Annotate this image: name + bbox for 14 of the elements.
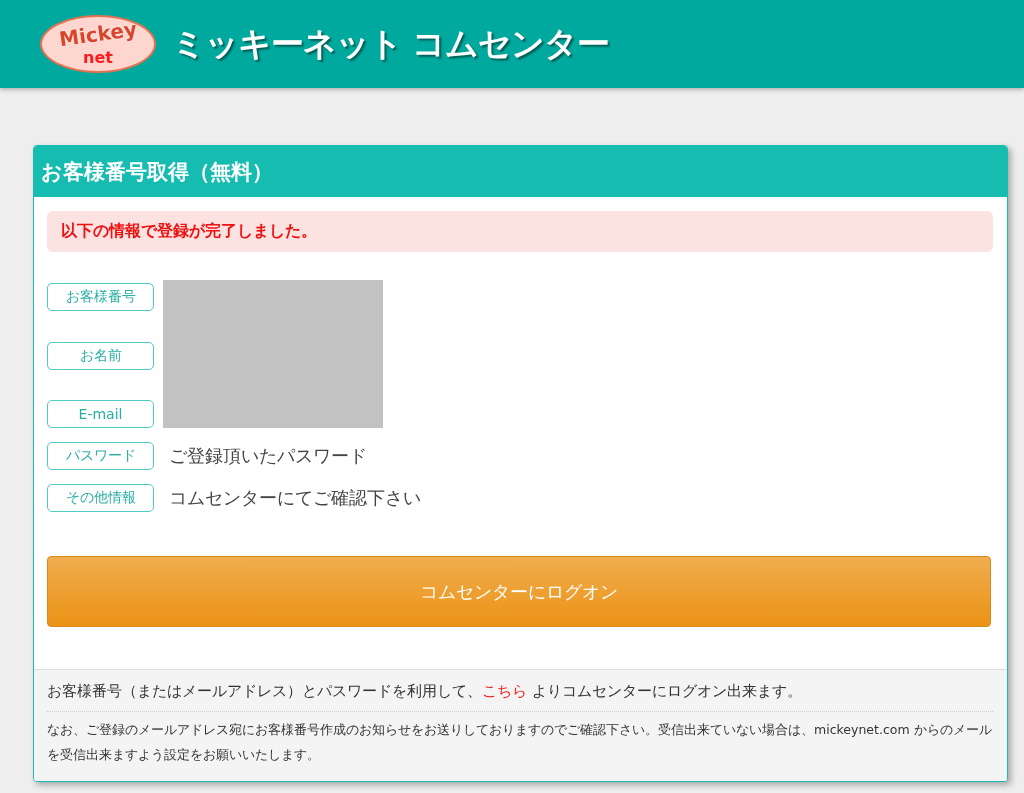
card-title: お客様番号取得（無料） [34, 146, 1007, 197]
site-title: ミッキーネット コムセンター [172, 22, 610, 65]
success-message: 以下の情報で登録が完了しました。 [47, 211, 993, 252]
field-label: お客様番号 [47, 283, 154, 311]
logon-button[interactable]: コムセンターにログオン [47, 556, 991, 627]
field-label: パスワード [47, 442, 154, 470]
field-value: ご登録頂いたパスワード [169, 444, 367, 468]
here-link[interactable]: こちら [482, 682, 527, 700]
field-label: その他情報 [47, 484, 154, 512]
field-value: コムセンターにてご確認下さい [169, 486, 421, 510]
field-label: E-mail [47, 400, 154, 428]
field-label: お名前 [47, 341, 154, 370]
notice-text: なお、ご登録のメールアドレス宛にお客様番号作成のお知らせをお送りしておりますのでご確認下さい。受信出来ていない場合は、mickeynet.com からのメールを受信出来ますよう設定をお願いいたします。 [47, 721, 993, 764]
logon-instruction: お客様番号（またはメールアドレス）とパスワードを利用して、こちら よりコムセンターにログオン出来ます。 [47, 682, 993, 712]
